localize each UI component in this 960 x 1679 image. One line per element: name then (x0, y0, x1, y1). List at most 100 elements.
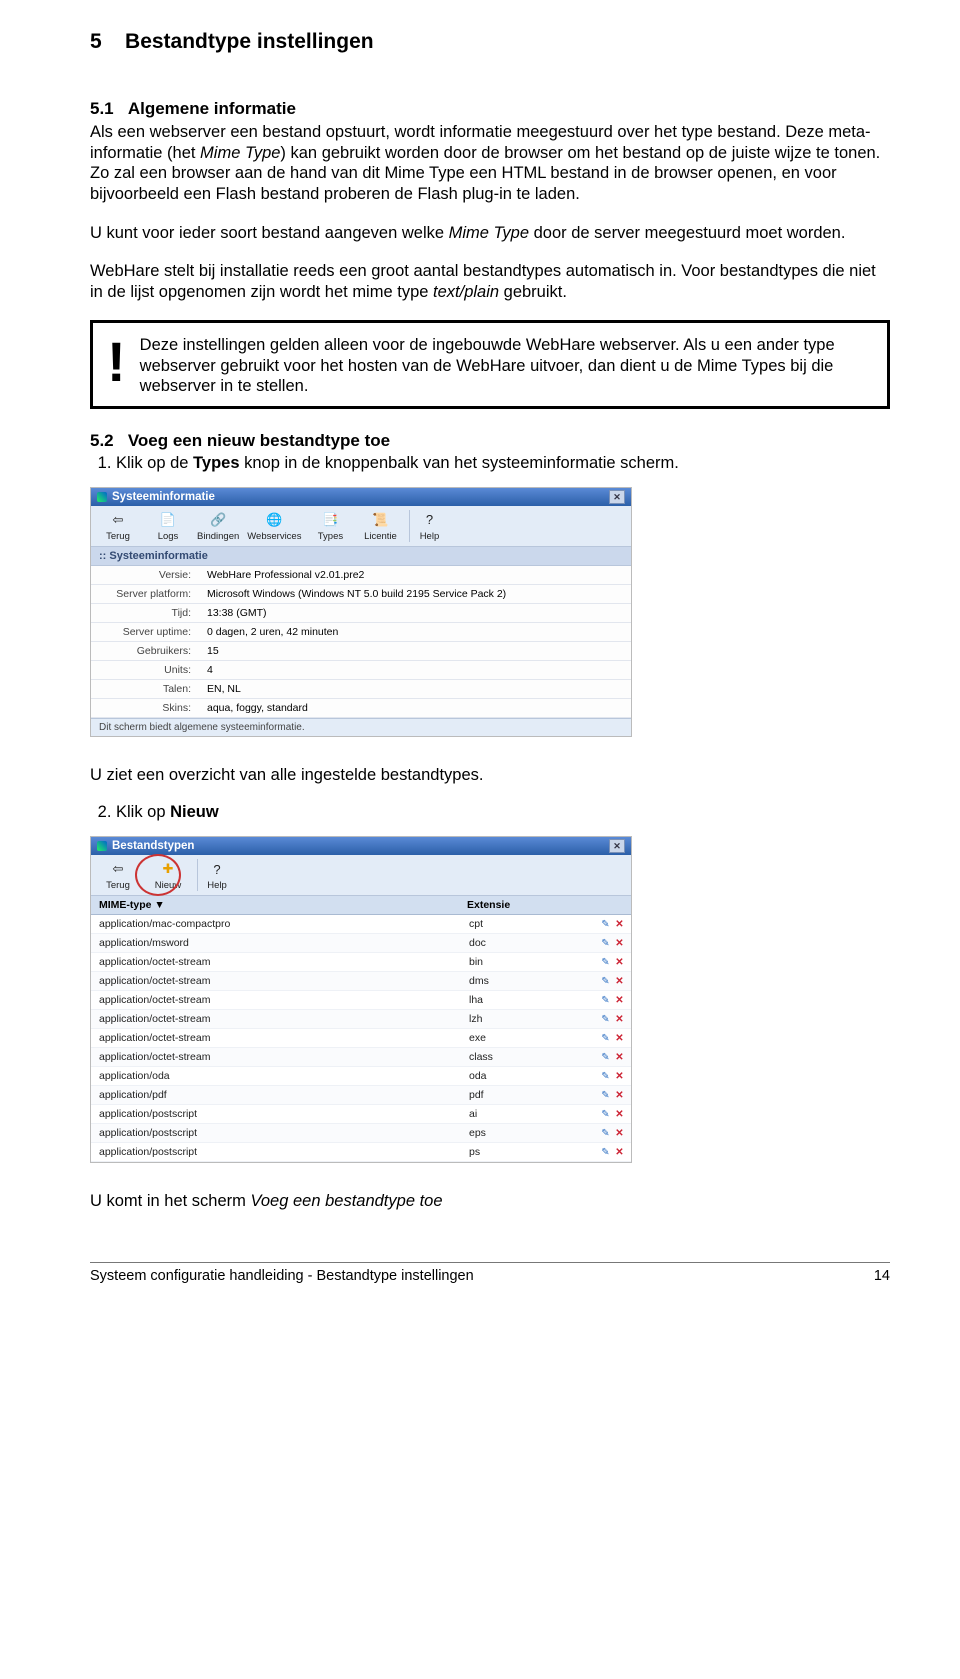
col-ext[interactable]: Extensie (459, 896, 595, 914)
edit-icon[interactable]: ✎ (600, 976, 611, 987)
list-item[interactable]: application/octet-streamlha✎✕ (91, 991, 631, 1010)
types-icon: 📑 (319, 510, 341, 530)
list-item[interactable]: application/postscriptps✎✕ (91, 1143, 631, 1162)
after-screenshot-1: U ziet een overzicht van alle ingestelde… (90, 765, 890, 786)
delete-icon[interactable]: ✕ (614, 938, 625, 949)
info-row: Tijd:13:38 (GMT) (91, 603, 631, 622)
warning-box: ! Deze instellingen gelden alleen voor d… (90, 320, 890, 408)
row-actions: ✎✕ (589, 1147, 631, 1158)
help-icon: ? (206, 859, 228, 879)
toolbar-button-terug[interactable]: ⇦Terug (97, 510, 139, 542)
row-actions: ✎✕ (589, 938, 631, 949)
delete-icon[interactable]: ✕ (614, 957, 625, 968)
mime-cell: application/octet-stream (91, 972, 469, 990)
info-row: Versie:WebHare Professional v2.01.pre2 (91, 566, 631, 585)
edit-icon[interactable]: ✎ (600, 1014, 611, 1025)
edit-icon[interactable]: ✎ (600, 1109, 611, 1120)
toolbar-button-label: Help (420, 531, 440, 542)
edit-icon[interactable]: ✎ (600, 1147, 611, 1158)
ext-cell: exe (469, 1029, 589, 1047)
bindingen-icon: 🔗 (207, 510, 229, 530)
info-label: Gebruikers: (91, 641, 199, 660)
delete-icon[interactable]: ✕ (614, 1128, 625, 1139)
delete-icon[interactable]: ✕ (614, 1014, 625, 1025)
heading-s2: 5.2 Voeg een nieuw bestandtype toe (90, 431, 890, 451)
delete-icon[interactable]: ✕ (614, 1033, 625, 1044)
list-item[interactable]: application/postscripteps✎✕ (91, 1124, 631, 1143)
toolbar-button-types[interactable]: 📑Types (309, 510, 351, 542)
close-icon[interactable]: ✕ (609, 839, 625, 853)
edit-icon[interactable]: ✎ (600, 1128, 611, 1139)
toolbar-button-terug[interactable]: ⇦Terug (97, 859, 139, 891)
info-label: Server platform: (91, 584, 199, 603)
edit-icon[interactable]: ✎ (600, 1071, 611, 1082)
delete-icon[interactable]: ✕ (614, 1090, 625, 1101)
heading-main: 5 Bestandtype instellingen (90, 30, 890, 54)
heading-s1: 5.1 Algemene informatie (90, 99, 890, 119)
toolbar-button-label: Webservices (247, 531, 301, 542)
edit-icon[interactable]: ✎ (600, 938, 611, 949)
delete-icon[interactable]: ✕ (614, 1147, 625, 1158)
window-title: Bestandstypen (112, 840, 194, 852)
info-row: Talen:EN, NL (91, 679, 631, 698)
ext-cell: lha (469, 991, 589, 1009)
delete-icon[interactable]: ✕ (614, 1071, 625, 1082)
edit-icon[interactable]: ✎ (600, 957, 611, 968)
footer-left: Systeem configuratie handleiding - Besta… (90, 1268, 474, 1284)
delete-icon[interactable]: ✕ (614, 976, 625, 987)
list-item[interactable]: application/octet-streambin✎✕ (91, 953, 631, 972)
toolbar-button-label: Licentie (364, 531, 397, 542)
col-mime[interactable]: MIME-type ▼ (91, 896, 459, 914)
list-item[interactable]: application/postscriptai✎✕ (91, 1105, 631, 1124)
list-item[interactable]: application/octet-streamclass✎✕ (91, 1048, 631, 1067)
info-label: Server uptime: (91, 622, 199, 641)
mime-cell: application/octet-stream (91, 991, 469, 1009)
toolbar: ⇦Terug📄Logs🔗Bindingen🌐Webservices📑Types📜… (91, 506, 631, 547)
list-item[interactable]: application/pdfpdf✎✕ (91, 1086, 631, 1105)
toolbar-button-help[interactable]: ?Help (197, 859, 228, 891)
toolbar-button-logs[interactable]: 📄Logs (147, 510, 189, 542)
toolbar-button-nieuw[interactable]: ✚Nieuw (147, 859, 189, 891)
toolbar: ⇦Terug✚Nieuw ?Help (91, 855, 631, 896)
list-item[interactable]: application/octet-streamdms✎✕ (91, 972, 631, 991)
edit-icon[interactable]: ✎ (600, 1033, 611, 1044)
heading-main-title: Bestandtype instellingen (125, 30, 374, 53)
ext-cell: doc (469, 934, 589, 952)
row-actions: ✎✕ (589, 995, 631, 1006)
mime-cell: application/octet-stream (91, 1048, 469, 1066)
row-actions: ✎✕ (589, 1071, 631, 1082)
list-item[interactable]: application/octet-streamlzh ✎✕ (91, 1010, 631, 1029)
ext-cell: lzh (469, 1010, 589, 1028)
status-bar: Dit scherm biedt algemene systeeminforma… (91, 718, 631, 736)
close-icon[interactable]: ✕ (609, 490, 625, 504)
info-label: Skins: (91, 698, 199, 717)
terug-icon: ⇦ (107, 859, 129, 879)
toolbar-button-webservices[interactable]: 🌐Webservices (247, 510, 301, 542)
list-item[interactable]: application/mac-compactprocpt✎✕ (91, 915, 631, 934)
terug-icon: ⇦ (107, 510, 129, 530)
edit-icon[interactable]: ✎ (600, 1090, 611, 1101)
ext-cell: bin (469, 953, 589, 971)
paragraph-1: Als een webserver een bestand opstuurt, … (90, 122, 890, 163)
mime-cell: application/octet-stream (91, 1010, 469, 1028)
edit-icon[interactable]: ✎ (600, 1052, 611, 1063)
mime-cell: application/octet-stream (91, 1029, 469, 1047)
toolbar-button-help[interactable]: ?Help (409, 510, 440, 542)
delete-icon[interactable]: ✕ (614, 919, 625, 930)
edit-icon[interactable]: ✎ (600, 919, 611, 930)
app-logo-icon (97, 841, 107, 851)
edit-icon[interactable]: ✎ (600, 995, 611, 1006)
toolbar-button-bindingen[interactable]: 🔗Bindingen (197, 510, 239, 542)
info-label: Talen: (91, 679, 199, 698)
list-header: MIME-type ▼ Extensie (91, 896, 631, 915)
list-item[interactable]: application/octet-streamexe ✎✕ (91, 1029, 631, 1048)
nieuw-icon: ✚ (157, 859, 179, 879)
delete-icon[interactable]: ✕ (614, 1109, 625, 1120)
mime-cell: application/pdf (91, 1086, 469, 1104)
delete-icon[interactable]: ✕ (614, 995, 625, 1006)
toolbar-button-licentie[interactable]: 📜Licentie (359, 510, 401, 542)
delete-icon[interactable]: ✕ (614, 1052, 625, 1063)
ext-cell: ai (469, 1105, 589, 1123)
list-item[interactable]: application/odaoda✎✕ (91, 1067, 631, 1086)
list-item[interactable]: application/msworddoc✎✕ (91, 934, 631, 953)
